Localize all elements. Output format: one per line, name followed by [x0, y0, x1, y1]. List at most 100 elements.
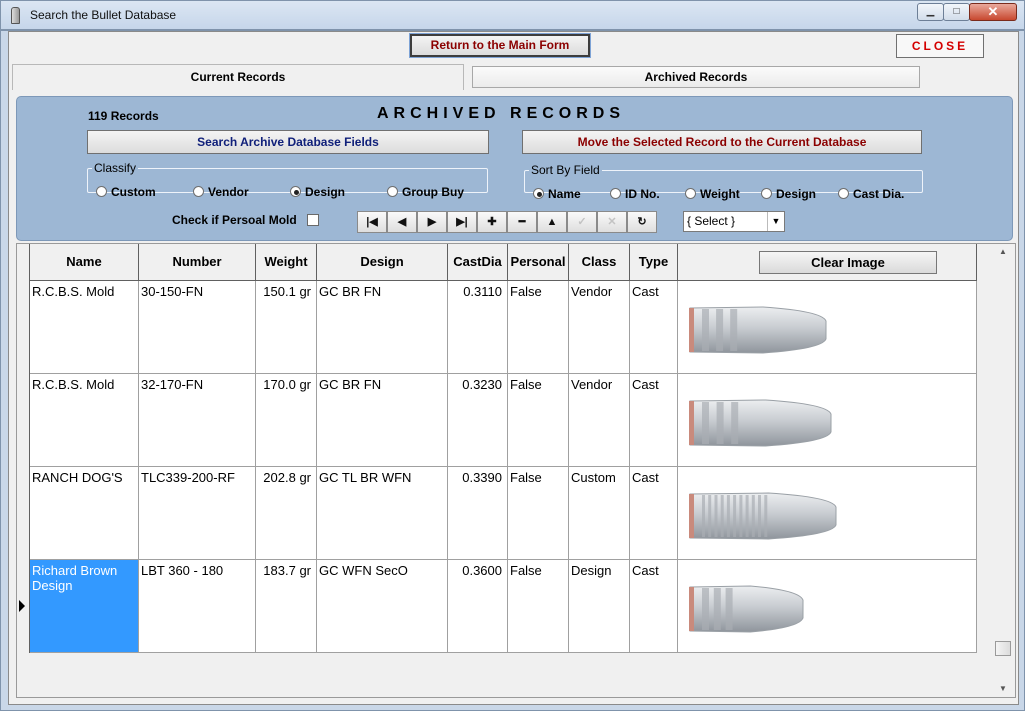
- cell-design[interactable]: GC BR FN: [317, 374, 448, 467]
- radio-dot: [96, 186, 107, 197]
- scroll-thumb[interactable]: [995, 641, 1011, 656]
- cell-design[interactable]: GC WFN SecO: [317, 560, 448, 653]
- search-archive-button[interactable]: Search Archive Database Fields: [87, 130, 489, 154]
- form-client-area: Return to the Main Form CLOSE Current Re…: [8, 31, 1019, 705]
- sort-castdia-radio[interactable]: Cast Dia.: [838, 187, 904, 201]
- tab-current-records[interactable]: Current Records: [12, 64, 464, 90]
- cell-weight[interactable]: 183.7 gr: [256, 560, 317, 653]
- column-header-weight[interactable]: Weight: [256, 244, 317, 281]
- refresh-button[interactable]: ↻: [627, 211, 657, 233]
- tab-archived-records[interactable]: Archived Records: [472, 66, 920, 88]
- classify-design-radio[interactable]: Design: [290, 185, 345, 199]
- cancel-edit-button[interactable]: ✕: [597, 211, 627, 233]
- last-record-button[interactable]: ▶|: [447, 211, 477, 233]
- cell-class[interactable]: Vendor: [569, 281, 630, 374]
- column-header-type[interactable]: Type: [630, 244, 678, 281]
- cell-castdia[interactable]: 0.3110: [448, 281, 508, 374]
- personal-mold-label: Check if Persoal Mold: [172, 213, 297, 227]
- cell-class[interactable]: Design: [569, 560, 630, 653]
- cell-castdia[interactable]: 0.3230: [448, 374, 508, 467]
- close-button[interactable]: CLOSE: [896, 34, 984, 58]
- cell-weight[interactable]: 150.1 gr: [256, 281, 317, 374]
- cell-number[interactable]: 30-150-FN: [139, 281, 256, 374]
- prev-record-button[interactable]: ◀: [387, 211, 417, 233]
- cell-number[interactable]: TLC339-200-RF: [139, 467, 256, 560]
- clear-image-button[interactable]: Clear Image: [759, 251, 937, 274]
- cell-type[interactable]: Cast: [630, 281, 678, 374]
- first-record-button[interactable]: |◀: [357, 211, 387, 233]
- column-header-number[interactable]: Number: [139, 244, 256, 281]
- scroll-up-icon[interactable]: ▲: [999, 247, 1007, 256]
- classify-vendor-radio[interactable]: Vendor: [193, 185, 249, 199]
- column-header-name[interactable]: Name: [30, 244, 139, 281]
- scroll-down-icon[interactable]: ▼: [999, 684, 1007, 693]
- sort-id-radio[interactable]: ID No.: [610, 187, 660, 201]
- window-close-button[interactable]: ✕: [969, 3, 1017, 21]
- cell-weight[interactable]: 170.0 gr: [256, 374, 317, 467]
- personal-mold-checkbox[interactable]: [307, 214, 319, 226]
- chevron-down-icon[interactable]: ▼: [767, 212, 784, 231]
- cell-castdia[interactable]: 0.3600: [448, 560, 508, 653]
- cell-bullet-image[interactable]: [678, 281, 977, 374]
- radio-dot: [387, 186, 398, 197]
- cell-number[interactable]: LBT 360 - 180: [139, 560, 256, 653]
- cell-personal[interactable]: False: [508, 467, 569, 560]
- flat-nose-bullet-image: [689, 306, 827, 354]
- cell-name[interactable]: Richard Brown Design: [30, 560, 139, 653]
- radio-dot: [685, 188, 696, 199]
- cell-personal[interactable]: False: [508, 560, 569, 653]
- cell-bullet-image[interactable]: [678, 374, 977, 467]
- sort-weight-radio[interactable]: Weight: [685, 187, 740, 201]
- classify-group: Classify Custom Vendor Design Group Buy: [87, 161, 488, 199]
- column-header-class[interactable]: Class: [569, 244, 630, 281]
- post-edit-button[interactable]: ✓: [567, 211, 597, 233]
- cell-personal[interactable]: False: [508, 281, 569, 374]
- add-record-button[interactable]: ✚: [477, 211, 507, 233]
- sort-design-radio[interactable]: Design: [761, 187, 816, 201]
- sort-name-radio[interactable]: Name: [533, 187, 581, 201]
- cell-name[interactable]: R.C.B.S. Mold: [30, 281, 139, 374]
- cell-class[interactable]: Vendor: [569, 374, 630, 467]
- cell-design[interactable]: GC BR FN: [317, 281, 448, 374]
- cell-number[interactable]: 32-170-FN: [139, 374, 256, 467]
- wide-flat-nose-bullet-image: [689, 585, 804, 633]
- delete-record-button[interactable]: ━: [507, 211, 537, 233]
- cell-bullet-image[interactable]: [678, 467, 977, 560]
- maximize-button[interactable]: □: [943, 3, 970, 21]
- cell-castdia[interactable]: 0.3390: [448, 467, 508, 560]
- current-row-marker: [19, 600, 25, 612]
- radio-label: Cast Dia.: [853, 187, 905, 201]
- classify-custom-radio[interactable]: Custom: [96, 185, 156, 199]
- cell-type[interactable]: Cast: [630, 467, 678, 560]
- cell-bullet-image[interactable]: [678, 560, 977, 653]
- radio-label: Group Buy: [402, 185, 464, 199]
- column-header-personal[interactable]: Personal: [508, 244, 569, 281]
- column-header-castdia[interactable]: CastDia: [448, 244, 508, 281]
- page-title: ARCHIVED RECORDS: [377, 105, 626, 122]
- cell-type[interactable]: Cast: [630, 374, 678, 467]
- next-record-button[interactable]: ▶: [417, 211, 447, 233]
- cell-personal[interactable]: False: [508, 374, 569, 467]
- cell-name[interactable]: R.C.B.S. Mold: [30, 374, 139, 467]
- minimize-button[interactable]: ▁: [917, 3, 944, 21]
- cell-class[interactable]: Custom: [569, 467, 630, 560]
- row-header-column[interactable]: [17, 244, 30, 653]
- edit-record-button[interactable]: ▲: [537, 211, 567, 233]
- vertical-scrollbar[interactable]: ▲ ▼: [994, 244, 1015, 697]
- radio-dot: [761, 188, 772, 199]
- cell-design[interactable]: GC TL BR WFN: [317, 467, 448, 560]
- classify-group-buy-radio[interactable]: Group Buy: [387, 185, 464, 199]
- radio-label: Design: [305, 185, 346, 199]
- cell-name[interactable]: RANCH DOG'S: [30, 467, 139, 560]
- return-main-form-button[interactable]: Return to the Main Form: [409, 33, 591, 58]
- window-frame: Return to the Main Form CLOSE Current Re…: [0, 30, 1025, 711]
- cell-type[interactable]: Cast: [630, 560, 678, 653]
- select-value: { Select }: [687, 214, 736, 228]
- record-count: 119 Records: [88, 109, 159, 123]
- move-to-current-button[interactable]: Move the Selected Record to the Current …: [522, 130, 922, 154]
- tumble-lube-bullet-image: [689, 492, 837, 540]
- select-dropdown[interactable]: { Select } ▼: [683, 211, 785, 232]
- cell-weight[interactable]: 202.8 gr: [256, 467, 317, 560]
- window-title: Search the Bullet Database: [30, 8, 177, 22]
- column-header-design[interactable]: Design: [317, 244, 448, 281]
